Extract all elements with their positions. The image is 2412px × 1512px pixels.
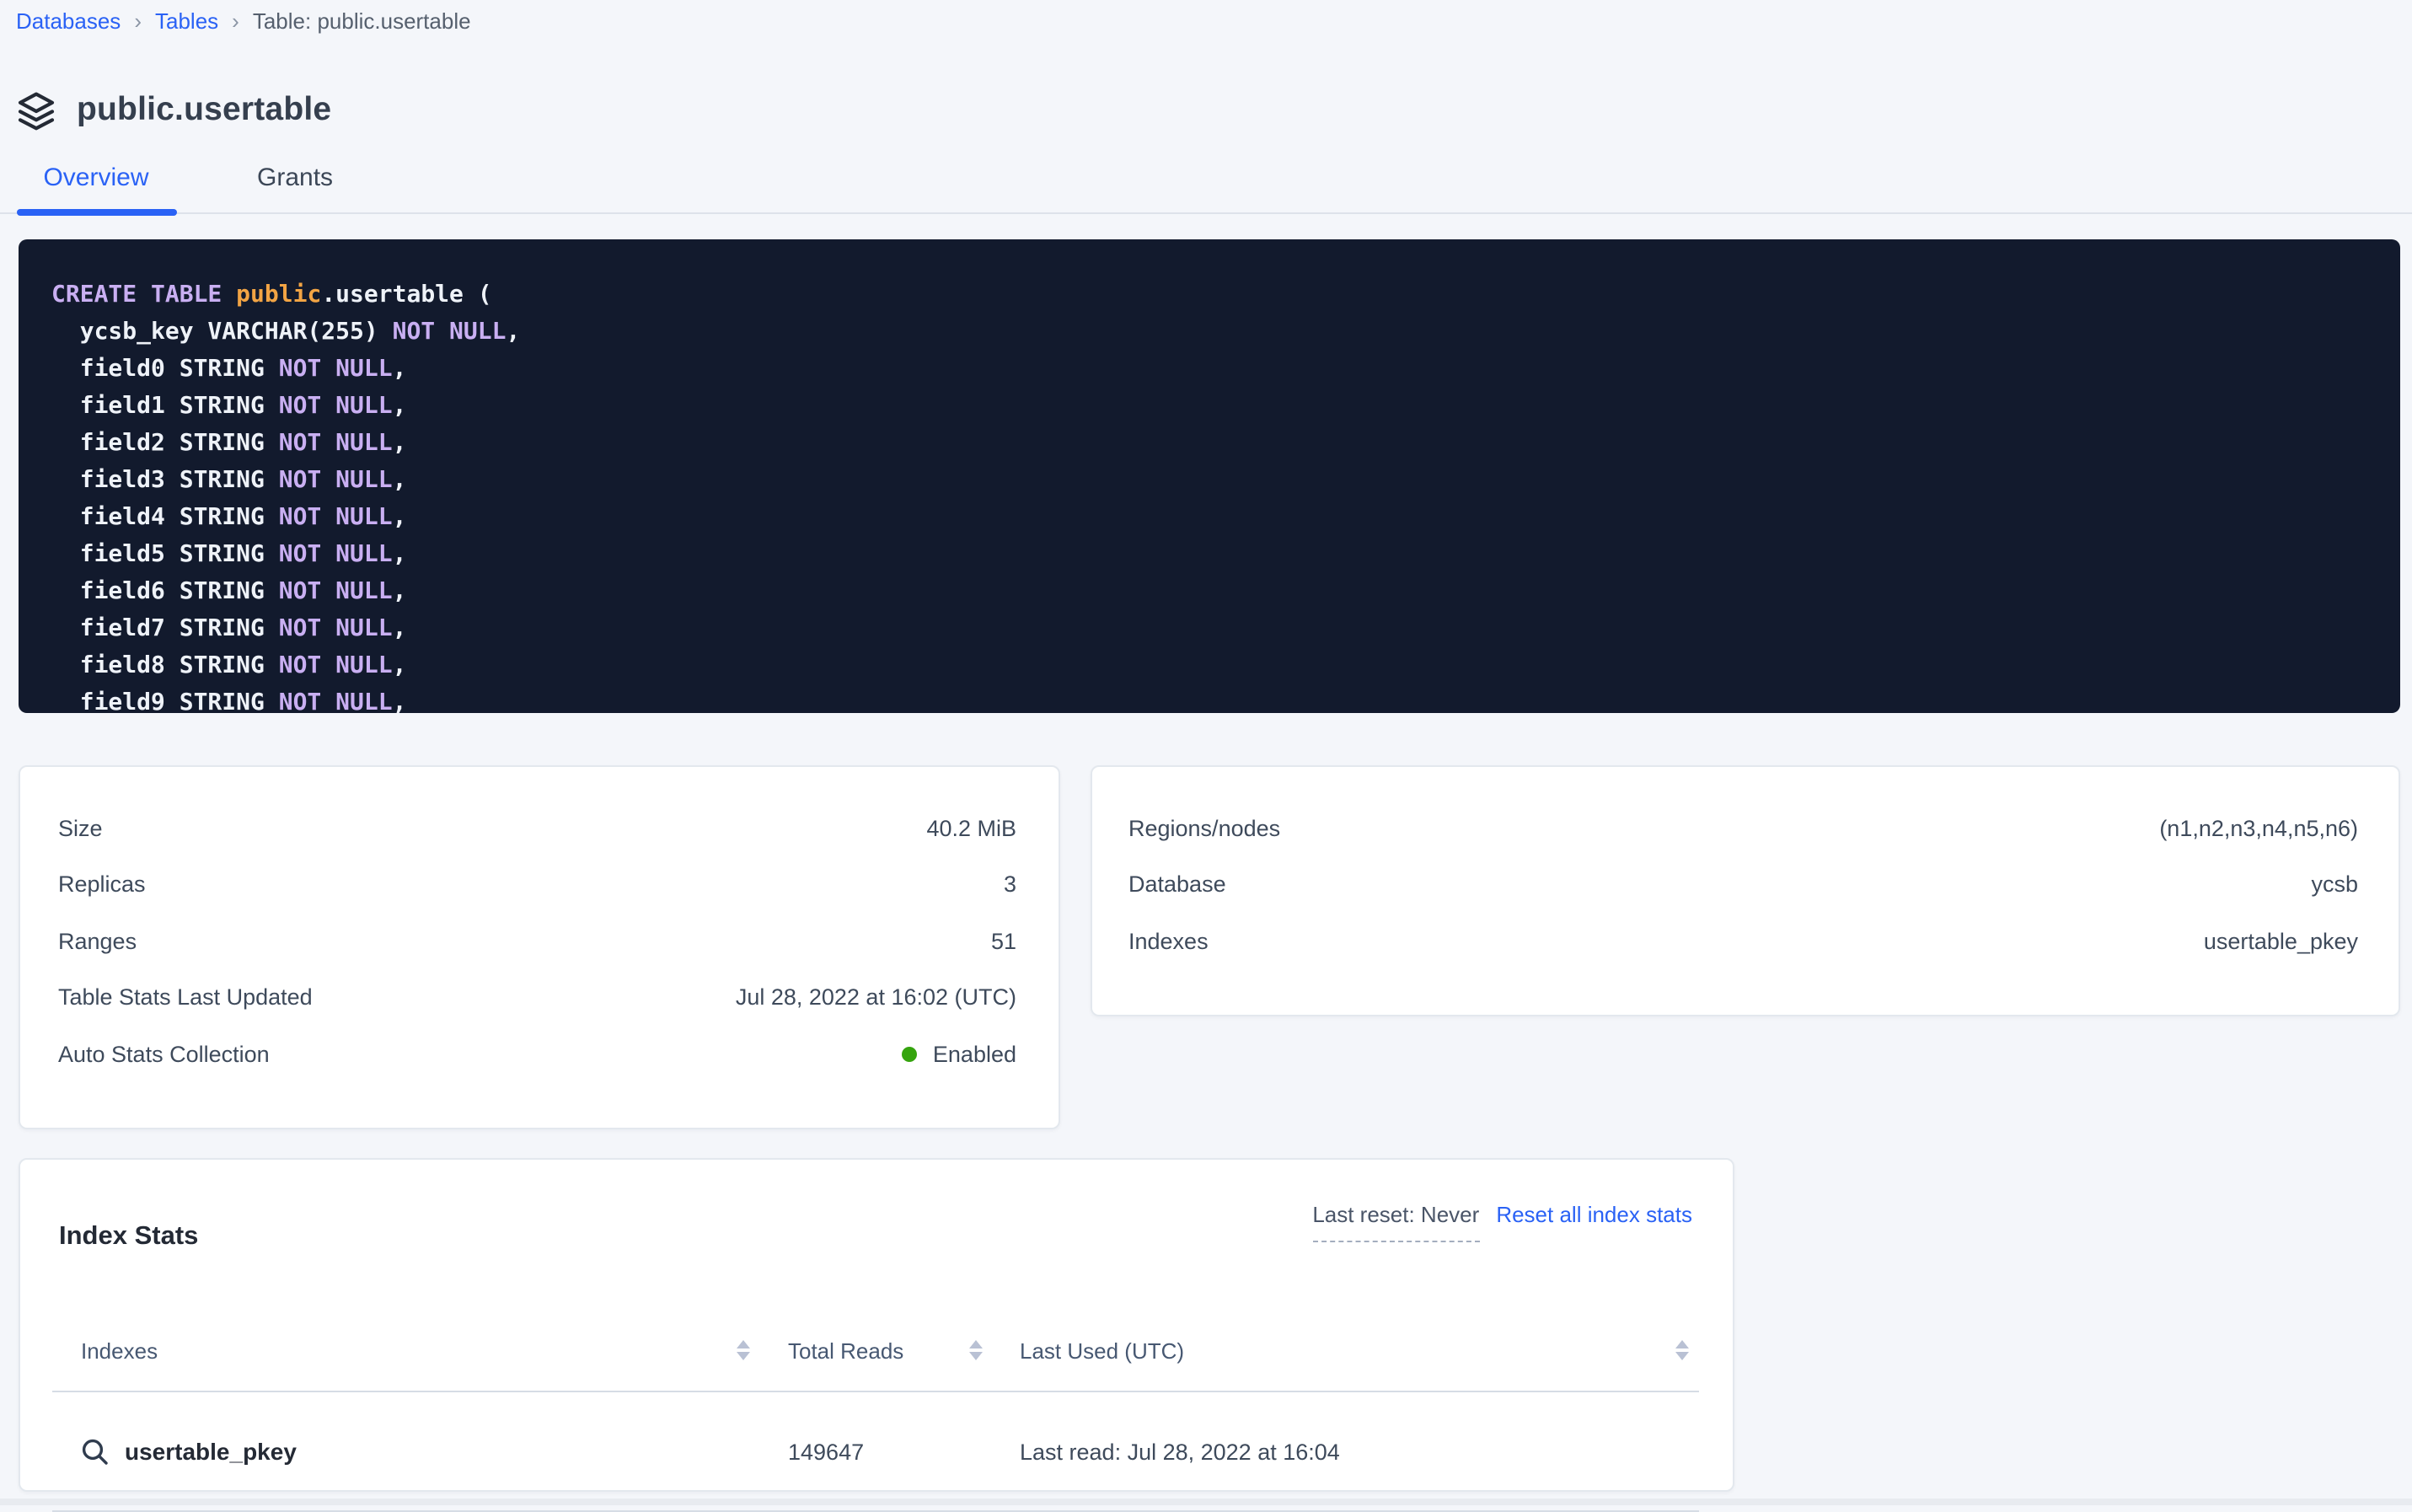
table-stats-card: Size 40.2 MiB Replicas 3 Ranges 51 Table Stats… — [18, 764, 1060, 1129]
stat-value: Jul 28, 2022 at 16:02 (UTC) — [736, 985, 1016, 1011]
index-stats-row: usertable_pkey 149647 Last read: Jul 28,… — [52, 1392, 1698, 1512]
sql-code-line: field4 STRING NOT NULL, — [51, 499, 2376, 536]
sql-code-line: field2 STRING NOT NULL, — [51, 425, 2376, 462]
reset-index-stats-link[interactable]: Reset all index stats — [1496, 1201, 1692, 1228]
sql-code-line: ycsb_key VARCHAR(255) NOT NULL, — [51, 314, 2376, 351]
stat-label: Database — [1128, 872, 1226, 898]
stat-value: 40.2 MiB — [926, 816, 1016, 841]
magnifier-icon — [81, 1437, 110, 1466]
stat-value: (n1,n2,n3,n4,n5,n6) — [2159, 816, 2358, 841]
title-row: public.usertable — [14, 69, 331, 152]
page-title: public.usertable — [77, 91, 331, 130]
stat-row: Replicas 3 — [58, 856, 1016, 913]
last-used-cell: Last read: Jul 28, 2022 at 16:04 — [988, 1439, 1698, 1464]
table-details-card: Regions/nodes (n1,n2,n3,n4,n5,n6) Database… — [1090, 764, 2400, 1016]
stat-label: Replicas — [58, 872, 146, 898]
stat-label: Regions/nodes — [1128, 816, 1280, 841]
stat-value: Enabled — [903, 1042, 1016, 1067]
stat-label: Auto Stats Collection — [58, 1042, 270, 1067]
last-reset-label[interactable]: Last reset: Never — [1312, 1201, 1479, 1241]
sort-icon[interactable] — [969, 1340, 983, 1361]
index-stats-card: Index Stats Last reset: Never Reset all … — [18, 1157, 1734, 1491]
last-used-value: Last read: Jul 28, 2022 at 16:04 — [1020, 1439, 1340, 1464]
stat-row: Ranges 51 — [58, 913, 1016, 969]
sql-code: CREATE TABLE public.usertable ( ycsb_key… — [18, 239, 2399, 713]
index-name-link[interactable]: usertable_pkey — [125, 1438, 297, 1465]
column-header-total-reads-label: Total Reads — [788, 1338, 903, 1363]
stat-row: Table Stats Last Updated Jul 28, 2022 at … — [58, 969, 1016, 1026]
index-stats-header: Index Stats Last reset: Never Reset all … — [19, 1159, 1732, 1274]
stat-row: Indexes usertable_pkey — [1128, 913, 2358, 969]
stat-label: Size — [58, 816, 103, 841]
index-stats-table-header: Indexes Total Reads Last Used (UTC) — [52, 1310, 1698, 1392]
sql-code-line: field1 STRING NOT NULL, — [51, 388, 2376, 425]
sql-code-line: field7 STRING NOT NULL, — [51, 610, 2376, 647]
stat-value: ycsb — [2311, 872, 2358, 898]
sql-code-line: field6 STRING NOT NULL, — [51, 573, 2376, 610]
index-stats-actions: Last reset: Never Reset all index stats — [1312, 1201, 1692, 1241]
index-stats-title: Index Stats — [59, 1223, 198, 1253]
tab-overview[interactable]: Overview — [16, 153, 176, 212]
sql-code-line: CREATE TABLE public.usertable ( — [51, 276, 2376, 314]
column-header-indexes-label: Indexes — [81, 1338, 158, 1363]
sort-icon[interactable] — [737, 1340, 750, 1361]
tab-grants-label: Grants — [257, 164, 333, 212]
stat-label: Ranges — [58, 929, 137, 954]
sort-icon[interactable] — [1675, 1340, 1688, 1361]
active-tab-indicator — [16, 208, 176, 215]
breadcrumb-databases-link[interactable]: Databases — [16, 7, 121, 37]
breadcrumb-tables-link[interactable]: Tables — [155, 7, 218, 37]
table-stack-icon — [14, 89, 56, 131]
tab-overview-label: Overview — [43, 164, 148, 212]
breadcrumb-separator-icon: › — [218, 7, 253, 37]
column-header-indexes[interactable]: Indexes — [52, 1338, 755, 1363]
index-name-cell: usertable_pkey — [52, 1437, 755, 1466]
sql-code-line: field3 STRING NOT NULL, — [51, 462, 2376, 499]
breadcrumb: Databases › Tables › Table: public.usert… — [16, 7, 471, 37]
stat-label: Table Stats Last Updated — [58, 985, 313, 1011]
bottom-page-strip — [0, 1498, 2412, 1505]
index-stats-table: Indexes Total Reads Last Used (UTC) — [52, 1310, 1698, 1512]
stat-value: usertable_pkey — [2204, 929, 2358, 954]
stat-value: 3 — [1004, 872, 1016, 898]
stat-row: Regions/nodes (n1,n2,n3,n4,n5,n6) — [1128, 800, 2358, 856]
table-detail-page: Databases › Tables › Table: public.usert… — [0, 0, 2412, 1505]
sql-code-line: field8 STRING NOT NULL, — [51, 647, 2376, 684]
breadcrumb-separator-icon: › — [121, 7, 155, 37]
stat-value: 51 — [991, 929, 1016, 954]
sql-code-line: field9 STRING NOT NULL, — [51, 684, 2376, 713]
sql-code-line: field5 STRING NOT NULL, — [51, 536, 2376, 573]
tab-bar: Overview Grants — [0, 153, 2412, 213]
tab-grants[interactable]: Grants — [257, 153, 333, 212]
column-header-last-used[interactable]: Last Used (UTC) — [988, 1338, 1698, 1363]
total-reads-value: 149647 — [788, 1439, 864, 1464]
total-reads-cell: 149647 — [755, 1439, 988, 1464]
stat-row: Auto Stats Collection Enabled — [58, 1026, 1016, 1082]
stat-row: Database ycsb — [1128, 856, 2358, 913]
sql-code-line: field0 STRING NOT NULL, — [51, 351, 2376, 388]
column-header-last-used-label: Last Used (UTC) — [1020, 1338, 1184, 1363]
column-header-total-reads[interactable]: Total Reads — [755, 1338, 988, 1363]
breadcrumb-current: Table: public.usertable — [253, 7, 471, 37]
stat-label: Indexes — [1128, 929, 1209, 954]
status-dot-icon — [903, 1047, 918, 1062]
stat-row: Size 40.2 MiB — [58, 800, 1016, 856]
